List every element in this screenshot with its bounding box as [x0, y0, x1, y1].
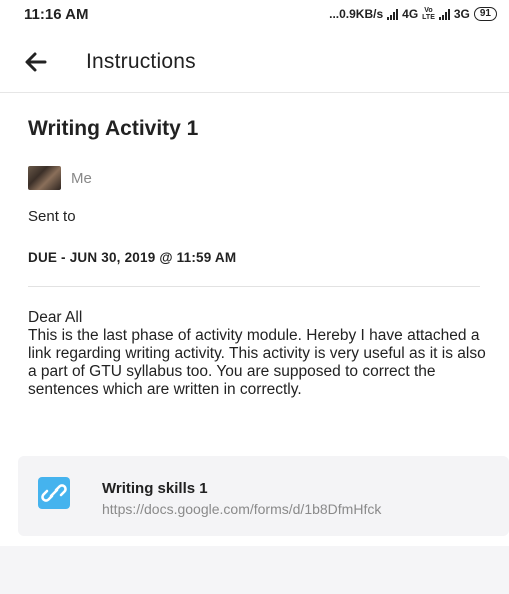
- post-body: Dear All This is the last phase of activ…: [28, 309, 498, 399]
- author-row: Me: [28, 166, 92, 190]
- greeting: Dear All: [28, 309, 83, 326]
- status-indicators: ...0.9KB/s 4G Vo LTE 3G 91: [329, 7, 497, 21]
- author-name: Me: [71, 169, 92, 187]
- content-divider: [28, 286, 480, 287]
- app-header: Instructions: [0, 34, 509, 90]
- network-4g: 4G: [402, 7, 419, 21]
- status-bar: 11:16 AM ...0.9KB/s 4G Vo LTE 3G 91: [0, 0, 509, 34]
- battery-icon: 91: [473, 7, 497, 21]
- avatar: [28, 166, 61, 190]
- bottom-bar: [0, 546, 509, 594]
- signal-icon: [438, 8, 450, 20]
- instructions-text: This is the last phase of activity modul…: [28, 327, 486, 398]
- volte-icon: Vo LTE: [422, 7, 435, 21]
- attachment-url[interactable]: https://docs.google.com/forms/d/1b8DfmHf…: [102, 501, 381, 517]
- network-speed: ...0.9KB/s: [329, 7, 384, 21]
- page-title: Instructions: [86, 50, 196, 73]
- arrow-left-icon: [25, 52, 47, 72]
- sent-to-label: Sent to: [28, 208, 76, 225]
- signal-icon: [387, 8, 399, 20]
- back-button[interactable]: [22, 48, 50, 76]
- link-icon: [38, 477, 70, 509]
- status-time: 11:16 AM: [24, 6, 89, 23]
- attachment-card[interactable]: Writing skills 1 https://docs.google.com…: [18, 456, 509, 536]
- header-divider: [0, 92, 509, 93]
- post-title: Writing Activity 1: [28, 117, 199, 140]
- network-3g: 3G: [453, 7, 470, 21]
- attachment-title: Writing skills 1: [102, 480, 208, 497]
- due-date: DUE - JUN 30, 2019 @ 11:59 AM: [28, 250, 237, 265]
- battery-level: 91: [479, 8, 491, 19]
